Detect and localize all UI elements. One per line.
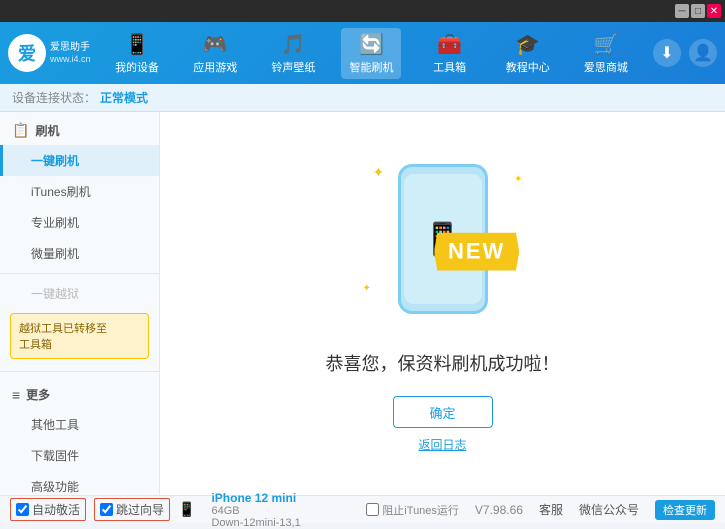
nav-toolbox[interactable]: 🧰 工具箱 <box>420 28 480 79</box>
skip-wizard-input[interactable] <box>100 503 113 516</box>
sidebar-item-wipe-flash[interactable]: 微量刷机 <box>0 238 159 269</box>
title-bar: ─ □ ✕ <box>0 0 725 22</box>
status-bar: 设备连接状态： 正常模式 <box>0 84 725 112</box>
status-value: 正常模式 <box>100 89 148 106</box>
smart-flash-label: 智能刷机 <box>349 59 393 75</box>
maximize-button[interactable]: □ <box>691 4 705 18</box>
success-text: 恭喜您，保资料刷机成功啦！ <box>326 350 560 376</box>
service-link[interactable]: 客服 <box>539 501 563 518</box>
device-name: iPhone 12 mini <box>211 491 300 505</box>
sparkle-1: ✦ <box>373 164 385 181</box>
device-phone-icon: 📱 <box>178 501 195 518</box>
nav-ringtones[interactable]: 🎵 铃声壁纸 <box>263 28 323 79</box>
nav-my-device[interactable]: 📱 我的设备 <box>107 28 167 79</box>
tutorial-icon: 🎓 <box>515 32 540 57</box>
toolbox-label: 工具箱 <box>433 59 466 75</box>
ringtones-label: 铃声壁纸 <box>271 59 315 75</box>
stop-itunes: 阻止iTunes运行 <box>366 502 459 518</box>
user-button[interactable]: 👤 <box>689 39 717 67</box>
download-button[interactable]: ⬇ <box>653 39 681 67</box>
main-layout: 📋 刷机 一键刷机 iTunes刷机 专业刷机 微量刷机 一键越狱 越狱工具已转… <box>0 112 725 495</box>
bottom-bar: 自动敬活 跳过向导 📱 iPhone 12 mini 64GB Down-12m… <box>0 495 725 523</box>
mall-icon: 🛒 <box>593 32 618 57</box>
nav-tutorial[interactable]: 🎓 教程中心 <box>498 28 558 79</box>
minimize-button[interactable]: ─ <box>675 4 689 18</box>
nav-items: 📱 我的设备 🎮 应用游戏 🎵 铃声壁纸 🔄 智能刷机 🧰 工具箱 🎓 教程中心… <box>98 28 645 79</box>
more-section-icon: ≡ <box>12 387 20 403</box>
toolbox-icon: 🧰 <box>437 32 462 57</box>
close-button[interactable]: ✕ <box>707 4 721 18</box>
new-badge: NEW <box>434 233 519 271</box>
device-storage: 64GB <box>211 505 300 517</box>
auto-activate-input[interactable] <box>16 503 29 516</box>
logo: 爱 爱思助手 www.i4.cn <box>8 34 98 72</box>
auto-activate-checkbox[interactable]: 自动敬活 <box>10 498 86 521</box>
success-illustration: ✦ ✦ ✦ 📱 NEW <box>343 154 543 334</box>
window-controls: ─ □ ✕ <box>675 4 721 18</box>
status-label: 设备连接状态： <box>12 89 96 106</box>
version-label: V7.98.66 <box>475 503 523 517</box>
smart-flash-icon: 🔄 <box>359 32 384 57</box>
logo-circle: 爱 <box>8 34 46 72</box>
bottom-right: 阻止iTunes运行 V7.98.66 客服 微信公众号 检查更新 <box>366 500 715 520</box>
logo-text: 爱思助手 www.i4.cn <box>50 41 91 66</box>
sidebar-item-jailbreak: 一键越狱 <box>0 278 159 309</box>
sidebar-item-onekey-flash[interactable]: 一键刷机 <box>0 145 159 176</box>
ringtones-icon: 🎵 <box>281 32 306 57</box>
nav-apps-games[interactable]: 🎮 应用游戏 <box>185 28 245 79</box>
content-area: ✦ ✦ ✦ 📱 NEW 恭喜您，保资料刷机成功啦！ 确定 返回日志 <box>160 112 725 495</box>
sidebar-separator-2 <box>0 371 159 372</box>
sidebar-item-download-firm[interactable]: 下载固件 <box>0 440 159 471</box>
sidebar-item-other-tools[interactable]: 其他工具 <box>0 409 159 440</box>
sidebar-item-pro-flash[interactable]: 专业刷机 <box>0 207 159 238</box>
back-link[interactable]: 返回日志 <box>418 436 466 453</box>
nav-mall[interactable]: 🛒 爱思商城 <box>576 28 636 79</box>
sidebar-notice: 越狱工具已转移至工具箱 <box>10 313 149 359</box>
sidebar: 📋 刷机 一键刷机 iTunes刷机 专业刷机 微量刷机 一键越狱 越狱工具已转… <box>0 112 160 495</box>
logo-icon: 爱 <box>18 40 36 66</box>
stop-itunes-checkbox[interactable] <box>366 503 379 516</box>
sidebar-more-section: ≡ 更多 其他工具 下载固件 高级功能 <box>0 376 159 495</box>
update-button[interactable]: 检查更新 <box>655 500 715 520</box>
header-right: ⬇ 👤 <box>653 39 717 67</box>
sidebar-separator <box>0 273 159 274</box>
confirm-button[interactable]: 确定 <box>393 396 493 428</box>
wechat-link[interactable]: 微信公众号 <box>579 501 639 518</box>
sparkle-3: ✦ <box>363 283 371 294</box>
tutorial-label: 教程中心 <box>506 59 550 75</box>
sidebar-flash-header: 📋 刷机 <box>0 116 159 145</box>
sidebar-more-header: ≡ 更多 <box>0 380 159 409</box>
sidebar-flash-section: 📋 刷机 一键刷机 iTunes刷机 专业刷机 微量刷机 一键越狱 越狱工具已转… <box>0 112 159 367</box>
apps-games-icon: 🎮 <box>203 32 228 57</box>
apps-games-label: 应用游戏 <box>193 59 237 75</box>
my-device-icon: 📱 <box>125 32 150 57</box>
mall-label: 爱思商城 <box>584 59 628 75</box>
skip-wizard-checkbox[interactable]: 跳过向导 <box>94 498 170 521</box>
my-device-label: 我的设备 <box>115 59 159 75</box>
flash-section-icon: 📋 <box>12 122 29 139</box>
sparkle-2: ✦ <box>514 174 522 185</box>
sidebar-item-itunes-flash[interactable]: iTunes刷机 <box>0 176 159 207</box>
header: 爱 爱思助手 www.i4.cn 📱 我的设备 🎮 应用游戏 🎵 铃声壁纸 🔄 … <box>0 22 725 84</box>
nav-smart-flash[interactable]: 🔄 智能刷机 <box>341 28 401 79</box>
